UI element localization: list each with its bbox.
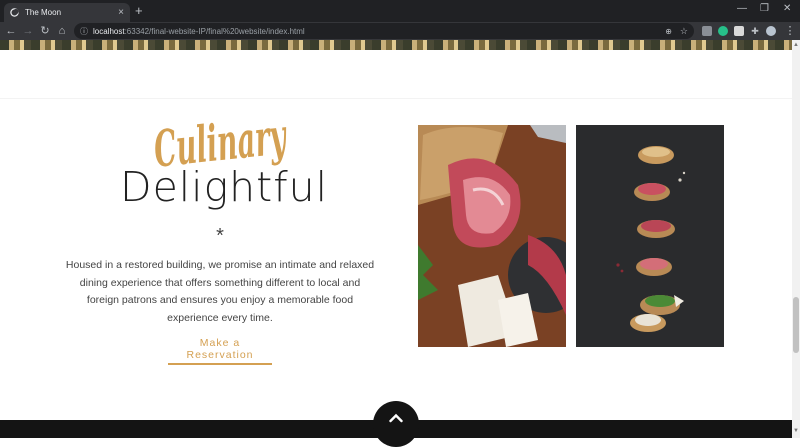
minimize-button[interactable]: —	[737, 4, 747, 14]
browser-tab-strip: The Moon × + — ❐ ✕	[0, 0, 800, 22]
zoom-icon[interactable]: ⊕	[665, 27, 672, 36]
food-photo-bruschetta	[576, 125, 724, 347]
menu-kebab-icon[interactable]: ⋮	[783, 24, 797, 38]
grammarly-icon[interactable]	[718, 26, 728, 36]
food-photo-prosciutto	[418, 125, 566, 347]
browser-toolbar: ← → ↻ ⌂ ⓘ localhost:63342/final-website-…	[0, 22, 800, 40]
scroll-up-arrow-icon[interactable]: ▲	[792, 40, 800, 50]
address-bar[interactable]: ⓘ localhost:63342/final-website-IP/final…	[74, 23, 694, 39]
reload-icon[interactable]: ↻	[38, 24, 52, 38]
forward-icon[interactable]: →	[21, 24, 35, 38]
profile-avatar[interactable]	[766, 26, 776, 36]
section-headline: Delightful	[120, 163, 329, 211]
make-reservation-link[interactable]: Make a Reservation	[168, 337, 272, 365]
window-close-button[interactable]: ✕	[783, 4, 791, 14]
tab-title: The Moon	[25, 8, 62, 17]
info-icon[interactable]: ⓘ	[80, 26, 88, 37]
culinary-script-text: Culinary	[151, 106, 290, 168]
section-description: Housed in a restored building, we promis…	[65, 259, 375, 324]
back-to-top-button[interactable]	[373, 401, 419, 447]
prosciutto-illustration	[418, 125, 566, 347]
section-divider	[0, 98, 792, 99]
chevron-up-icon	[389, 413, 403, 423]
home-icon[interactable]: ⌂	[55, 24, 69, 38]
culinary-script-heading: Culinary	[151, 106, 290, 168]
extensions-puzzle-icon[interactable]: ✚	[748, 24, 762, 38]
back-icon[interactable]: ←	[4, 24, 18, 38]
scrollbar-thumb[interactable]	[793, 297, 799, 353]
url-path: :63342/final-website-IP/final%20website/…	[124, 26, 305, 36]
tab-close-icon[interactable]: ×	[118, 7, 124, 18]
browser-tab[interactable]: The Moon ×	[4, 3, 130, 22]
hero-image-strip	[0, 40, 792, 50]
bookmark-star-icon[interactable]: ☆	[680, 26, 688, 37]
bruschetta-illustration	[576, 125, 724, 347]
scroll-down-arrow-icon[interactable]: ▼	[792, 426, 800, 436]
moon-favicon-icon	[10, 8, 19, 17]
extension-icon[interactable]	[702, 26, 712, 36]
page-scrollbar[interactable]: ▲ ▼	[792, 40, 800, 438]
asterisk-ornament: *	[216, 225, 224, 247]
extension-red-icon[interactable]	[734, 26, 744, 36]
restore-button[interactable]: ❐	[760, 4, 769, 14]
url-host: localhost	[93, 26, 125, 36]
new-tab-button[interactable]: +	[135, 4, 143, 17]
